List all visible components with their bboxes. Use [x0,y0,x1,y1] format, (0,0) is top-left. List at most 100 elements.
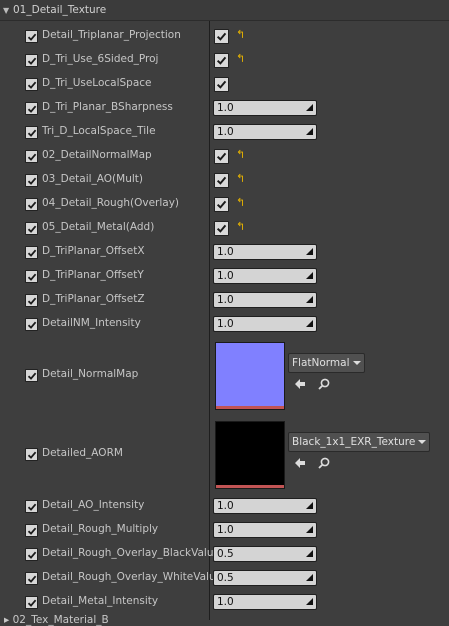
drag-grip-icon[interactable] [306,550,313,557]
override-checkbox[interactable] [25,54,38,67]
number-input[interactable]: 1.0 [213,498,317,514]
override-checkbox[interactable] [25,596,38,609]
number-input[interactable]: 1.0 [213,100,317,116]
number-input[interactable]: 1.0 [213,316,317,332]
number-value: 1.0 [217,246,234,258]
use-selected-asset-icon[interactable] [293,456,307,470]
property-row: Detailed_AORM Black_1x1_EXR_Texture [0,415,449,493]
override-checkbox[interactable] [25,126,38,139]
drag-grip-icon[interactable] [306,574,313,581]
property-row: D_TriPlanar_OffsetZ 1.0 [0,288,449,312]
number-value: 1.0 [217,500,234,512]
property-name: Detailed_AORM [42,447,123,459]
property-name: 02_DetailNormalMap [42,149,152,161]
reset-to-default-icon[interactable]: ↰ [236,149,246,161]
property-name: D_Tri_Planar_BSharpness [42,101,173,113]
value-checkbox[interactable] [214,197,229,212]
property-row: 02_DetailNormalMap ↰ [0,144,449,168]
drag-grip-icon[interactable] [306,248,313,255]
number-input[interactable]: 1.0 [213,522,317,538]
property-name: Tri_D_LocalSpace_Tile [42,125,156,137]
next-category-header[interactable]: ▸ 02_Tex_Material_B [4,614,109,626]
number-input[interactable]: 1.0 [213,124,317,140]
property-name: Detail_AO_Intensity [42,499,145,511]
override-checkbox[interactable] [25,548,38,561]
override-checkbox[interactable] [25,198,38,211]
property-name: Detail_Triplanar_Projection [42,29,181,41]
reset-to-default-icon[interactable]: ↰ [236,221,246,233]
drag-grip-icon[interactable] [306,526,313,533]
property-row: Detail_Triplanar_Projection ↰ [0,24,449,48]
value-checkbox[interactable] [214,53,229,68]
property-name: D_TriPlanar_OffsetY [42,269,144,281]
override-checkbox[interactable] [25,448,38,461]
category-title: 01_Detail_Texture [13,4,107,16]
override-checkbox[interactable] [25,102,38,115]
reset-to-default-icon[interactable]: ↰ [236,29,246,41]
texture-asset-name: FlatNormal [292,357,350,369]
number-input[interactable]: 1.0 [213,292,317,308]
texture-asset-dropdown[interactable]: Black_1x1_EXR_Texture [288,432,431,452]
override-checkbox[interactable] [25,78,38,91]
override-checkbox[interactable] [25,30,38,43]
override-checkbox[interactable] [25,500,38,513]
property-row: D_Tri_UseLocalSpace [0,72,449,96]
override-checkbox[interactable] [25,174,38,187]
number-input[interactable]: 1.0 [213,244,317,260]
property-row: Tri_D_LocalSpace_Tile 1.0 [0,120,449,144]
browse-asset-search-icon[interactable] [317,377,331,391]
drag-grip-icon[interactable] [306,320,313,327]
override-checkbox[interactable] [25,318,38,331]
property-name: 04_Detail_Rough(Overlay) [42,197,180,209]
property-row: Detail_Rough_Multiply 1.0 [0,518,449,542]
drag-grip-icon[interactable] [306,272,313,279]
number-value: 1.0 [217,318,234,330]
category-header[interactable]: ▼ 01_Detail_Texture [0,0,449,21]
override-checkbox[interactable] [25,369,38,382]
drag-grip-icon[interactable] [306,502,313,509]
property-row: D_Tri_Use_6Sided_Proj ↰ [0,48,449,72]
property-row: Detail_Rough_Overlay_WhiteValue 0.5 [0,566,449,590]
value-checkbox[interactable] [214,221,229,236]
use-selected-asset-icon[interactable] [293,377,307,391]
texture-thumbnail[interactable] [215,421,285,489]
drag-grip-icon[interactable] [306,128,313,135]
texture-thumbnail[interactable] [215,342,285,410]
number-value: 1.0 [217,126,234,138]
number-value: 1.0 [217,270,234,282]
override-checkbox[interactable] [25,294,38,307]
chevron-down-icon [418,440,427,444]
override-checkbox[interactable] [25,222,38,235]
value-checkbox[interactable] [214,77,229,92]
override-checkbox[interactable] [25,270,38,283]
expand-arrow-icon[interactable]: ▼ [3,6,13,15]
override-checkbox[interactable] [25,572,38,585]
reset-to-default-icon[interactable]: ↰ [236,53,246,65]
value-checkbox[interactable] [214,29,229,44]
property-row: D_Tri_Planar_BSharpness 1.0 [0,96,449,120]
property-name: Detail_Rough_Overlay_BlackValue [42,547,220,559]
drag-grip-icon[interactable] [306,104,313,111]
property-name: 03_Detail_AO(Mult) [42,173,143,185]
reset-to-default-icon[interactable]: ↰ [236,173,246,185]
property-row: Detail_Rough_Overlay_BlackValue 0.5 [0,542,449,566]
value-checkbox[interactable] [214,173,229,188]
override-checkbox[interactable] [25,524,38,537]
number-value: 1.0 [217,294,234,306]
drag-grip-icon[interactable] [306,598,313,605]
number-value: 1.0 [217,102,234,114]
browse-asset-search-icon[interactable] [317,456,331,470]
property-row: 05_Detail_Metal(Add) ↰ [0,216,449,240]
value-checkbox[interactable] [214,149,229,164]
override-checkbox[interactable] [25,246,38,259]
property-row: Detail_NormalMap FlatNormal [0,336,449,414]
texture-asset-dropdown[interactable]: FlatNormal [288,353,365,373]
number-input[interactable]: 0.5 [213,570,317,586]
override-checkbox[interactable] [25,150,38,163]
number-input[interactable]: 0.5 [213,546,317,562]
reset-to-default-icon[interactable]: ↰ [236,197,246,209]
property-name: DetailNM_Intensity [42,317,141,329]
number-input[interactable]: 1.0 [213,594,317,610]
number-input[interactable]: 1.0 [213,268,317,284]
drag-grip-icon[interactable] [306,296,313,303]
